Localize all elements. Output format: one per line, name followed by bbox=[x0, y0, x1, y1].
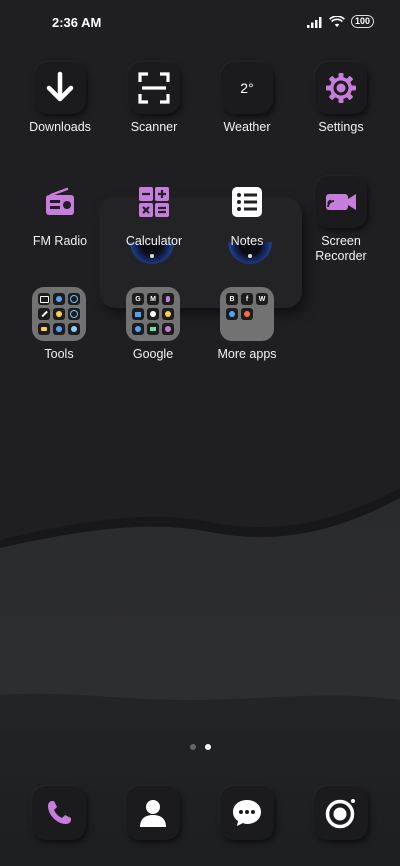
battery-indicator: 100 bbox=[350, 15, 374, 28]
folder-label: Google bbox=[132, 347, 174, 361]
app-label: Settings bbox=[318, 120, 364, 134]
messages-icon bbox=[233, 800, 261, 826]
mini-app-icon bbox=[68, 308, 80, 320]
weather-temperature: 2° bbox=[240, 80, 254, 96]
notes-list-icon bbox=[232, 187, 262, 217]
mini-app-icon bbox=[38, 323, 50, 335]
contacts-icon bbox=[140, 800, 166, 827]
scanner-icon bbox=[138, 72, 170, 104]
mini-app-icon bbox=[68, 293, 80, 305]
app-weather[interactable]: 2° Weather bbox=[200, 62, 294, 135]
app-screen-recorder[interactable]: Screen Recorder bbox=[294, 176, 388, 264]
dock-contacts[interactable] bbox=[126, 786, 180, 840]
mini-app-icon bbox=[132, 323, 144, 335]
fm-radio-tile[interactable] bbox=[34, 176, 86, 228]
folder-tools[interactable]: Tools bbox=[12, 287, 106, 362]
download-arrow-icon bbox=[46, 71, 74, 102]
gear-icon bbox=[326, 73, 356, 103]
status-bar: 2:36 AM 100 bbox=[0, 0, 400, 44]
downloads-tile[interactable] bbox=[34, 62, 86, 114]
mini-app-icon: B bbox=[226, 293, 238, 305]
dock-messages[interactable] bbox=[220, 786, 274, 840]
folder-google[interactable]: G M Google bbox=[106, 287, 200, 362]
screen-recorder-tile[interactable] bbox=[315, 176, 367, 228]
mini-app-icon bbox=[162, 293, 174, 305]
folder-label: Tools bbox=[44, 347, 74, 361]
dock-camera[interactable] bbox=[314, 786, 368, 840]
page-indicator[interactable] bbox=[0, 744, 400, 750]
app-label: FM Radio bbox=[32, 234, 88, 248]
mini-app-icon bbox=[132, 308, 144, 320]
folder-label: More apps bbox=[217, 347, 277, 361]
mini-app-icon bbox=[162, 308, 174, 320]
page-dot[interactable] bbox=[189, 744, 196, 750]
app-scanner[interactable]: Scanner bbox=[107, 62, 201, 135]
app-label: Downloads bbox=[29, 120, 91, 134]
calculator-tile[interactable] bbox=[128, 176, 180, 228]
app-downloads[interactable]: Downloads bbox=[13, 62, 107, 135]
app-label: Calculator bbox=[125, 234, 183, 248]
mini-app-icon bbox=[68, 323, 80, 335]
phone-icon bbox=[48, 801, 71, 824]
notes-tile[interactable] bbox=[221, 176, 273, 228]
mini-app-icon bbox=[53, 323, 65, 335]
folder-more-apps[interactable]: B f W More apps bbox=[200, 287, 294, 362]
mini-app-icon bbox=[53, 308, 65, 320]
calculator-icon bbox=[139, 187, 169, 217]
mini-app-icon: G bbox=[132, 293, 144, 305]
mini-app-icon bbox=[241, 308, 253, 320]
dock bbox=[0, 786, 400, 842]
wifi-icon bbox=[329, 15, 345, 27]
scanner-tile[interactable] bbox=[128, 62, 180, 114]
app-label: Screen Recorder bbox=[315, 234, 367, 263]
app-fm-radio[interactable]: FM Radio bbox=[13, 176, 107, 249]
more-apps-folder-preview[interactable]: B f W bbox=[220, 287, 274, 341]
weather-tile[interactable]: 2° bbox=[221, 62, 273, 114]
signal-icon bbox=[306, 16, 322, 28]
page-dot-active[interactable] bbox=[204, 744, 211, 750]
mini-app-icon bbox=[53, 293, 65, 305]
google-folder-preview[interactable]: G M bbox=[126, 287, 180, 341]
mini-app-icon: W bbox=[256, 293, 268, 305]
app-label: Scanner bbox=[130, 120, 178, 134]
mini-app-icon bbox=[147, 308, 159, 320]
screen-recorder-icon bbox=[326, 194, 356, 210]
mini-app-icon: f bbox=[241, 293, 253, 305]
mini-app-icon bbox=[226, 308, 238, 320]
clock: 2:36 AM bbox=[52, 15, 102, 30]
app-label: Weather bbox=[223, 120, 271, 134]
dock-phone[interactable] bbox=[32, 786, 86, 840]
mini-app-icon bbox=[147, 323, 159, 335]
app-label: Notes bbox=[230, 234, 264, 248]
app-calculator[interactable]: Calculator bbox=[107, 176, 201, 249]
mini-app-icon bbox=[162, 323, 174, 335]
app-settings[interactable]: Settings bbox=[294, 62, 388, 135]
radio-icon bbox=[46, 187, 74, 215]
tools-folder-preview[interactable] bbox=[32, 287, 86, 341]
camera-icon bbox=[325, 799, 355, 829]
mini-app-icon: M bbox=[147, 293, 159, 305]
mini-app-icon bbox=[38, 308, 50, 320]
settings-tile[interactable] bbox=[315, 62, 367, 114]
mini-app-icon bbox=[38, 293, 50, 305]
app-notes[interactable]: Notes bbox=[200, 176, 294, 249]
